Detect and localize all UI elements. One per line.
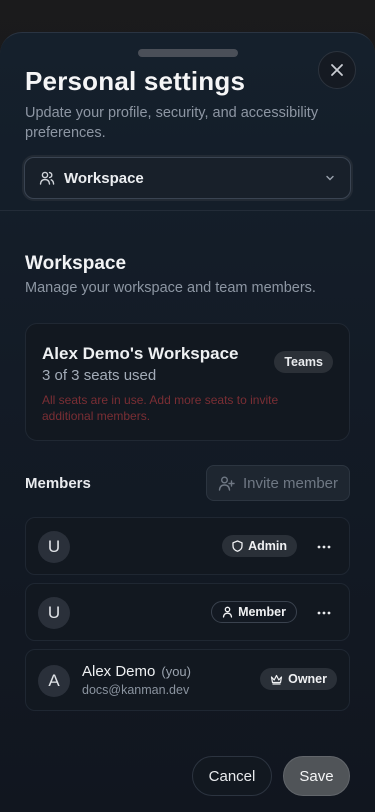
member-row: U Admin bbox=[25, 517, 350, 575]
users-icon bbox=[39, 171, 55, 185]
workspace-name: Alex Demo's Workspace bbox=[42, 344, 239, 363]
header-divider bbox=[0, 210, 375, 211]
member-email: docs@kanman.dev bbox=[82, 683, 190, 697]
cancel-button[interactable]: Cancel bbox=[192, 756, 272, 796]
members-heading: Members bbox=[25, 475, 91, 492]
footer-actions: Cancel Save bbox=[0, 753, 375, 812]
role-badge-owner: Owner bbox=[260, 668, 337, 690]
close-button[interactable] bbox=[318, 51, 356, 89]
role-badge-admin[interactable]: Admin bbox=[222, 535, 297, 557]
settings-sheet: Personal settings Update your profile, s… bbox=[0, 32, 375, 812]
role-badge-member[interactable]: Member bbox=[211, 601, 297, 623]
avatar: U bbox=[38, 531, 70, 563]
shield-icon bbox=[232, 540, 243, 552]
section-title: Workspace bbox=[25, 253, 127, 274]
save-button[interactable]: Save bbox=[283, 756, 350, 796]
crown-icon bbox=[270, 674, 283, 685]
role-label: Admin bbox=[248, 539, 287, 553]
seat-usage: 3 of 3 seats used bbox=[42, 367, 157, 384]
more-horizontal-icon bbox=[317, 545, 331, 549]
plan-badge: Teams bbox=[274, 351, 333, 373]
member-row: U Member bbox=[25, 583, 350, 641]
more-options-button[interactable] bbox=[313, 603, 335, 623]
seat-warning: All seats are in use. Add more seats to … bbox=[42, 393, 279, 423]
invite-member-button[interactable]: Invite member bbox=[206, 465, 350, 501]
member-name-text: Alex Demo bbox=[82, 663, 156, 680]
drag-handle[interactable] bbox=[138, 49, 238, 57]
member-row: A Alex Demo (you) docs@kanman.dev Owner bbox=[25, 649, 350, 711]
more-horizontal-icon bbox=[317, 611, 331, 615]
user-icon bbox=[222, 606, 233, 618]
more-options-button[interactable] bbox=[313, 537, 335, 557]
section-select-value: Workspace bbox=[64, 169, 144, 187]
section-select[interactable]: Workspace bbox=[24, 157, 351, 199]
role-label: Member bbox=[238, 605, 286, 619]
section-description: Manage your workspace and team members. bbox=[25, 280, 316, 296]
workspace-card: Alex Demo's Workspace 3 of 3 seats used … bbox=[25, 323, 350, 441]
avatar: U bbox=[38, 597, 70, 629]
avatar: A bbox=[38, 665, 70, 697]
member-you-tag: (you) bbox=[161, 664, 191, 679]
page-title: Personal settings bbox=[25, 66, 246, 96]
close-icon bbox=[331, 64, 343, 76]
chevron-down-icon bbox=[326, 175, 334, 181]
role-label: Owner bbox=[288, 672, 327, 686]
member-name: Alex Demo (you) bbox=[82, 663, 191, 680]
invite-member-label: Invite member bbox=[242, 474, 339, 492]
user-plus-icon bbox=[218, 476, 235, 491]
page-subtitle: Update your profile, security, and acces… bbox=[25, 105, 319, 141]
